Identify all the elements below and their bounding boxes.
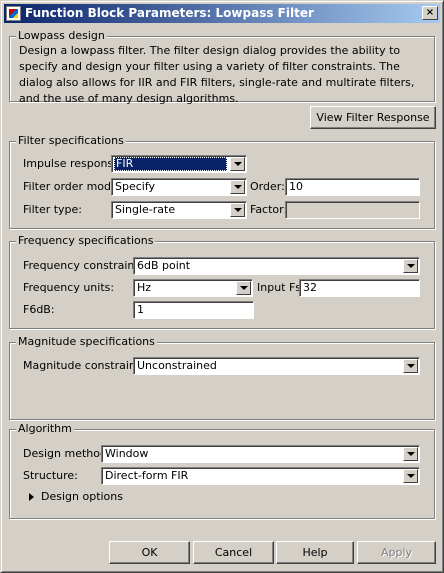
- magnitude-specifications-legend: Magnitude specifications: [16, 335, 157, 348]
- structure-label: Structure:: [23, 469, 78, 482]
- magnitude-constraints-label: Magnitude constraints:: [23, 359, 150, 372]
- f6db-input[interactable]: 1: [133, 301, 254, 319]
- impulse-response-value: FIR: [114, 157, 227, 171]
- chevron-down-icon[interactable]: [230, 180, 245, 194]
- view-filter-response-button[interactable]: View Filter Response: [310, 106, 436, 129]
- filter-type-value: Single-rate: [115, 203, 176, 216]
- magnitude-constraints-select[interactable]: Unconstrained: [133, 357, 420, 375]
- chevron-down-icon[interactable]: [230, 157, 245, 171]
- chevron-down-icon[interactable]: [403, 469, 418, 483]
- magnitude-constraints-value: Unconstrained: [137, 359, 217, 372]
- chevron-down-icon[interactable]: [403, 447, 418, 461]
- factor-label: Factor:: [250, 203, 288, 216]
- design-options-label: Design options: [41, 490, 123, 503]
- magnitude-specifications-group: Magnitude specifications: [9, 335, 435, 420]
- frequency-specifications-legend: Frequency specifications: [16, 234, 156, 247]
- filter-order-mode-value: Specify: [115, 180, 156, 193]
- filter-order-mode-select[interactable]: Specify: [111, 178, 247, 196]
- frequency-units-value: Hz: [137, 281, 152, 294]
- filter-type-select[interactable]: Single-rate: [111, 201, 247, 219]
- ok-button[interactable]: OK: [109, 541, 190, 564]
- chevron-down-icon[interactable]: [230, 203, 245, 217]
- algorithm-legend: Algorithm: [16, 422, 74, 435]
- design-method-label: Design method:: [23, 447, 111, 460]
- help-button[interactable]: Help: [276, 541, 354, 564]
- factor-input: [285, 201, 420, 219]
- impulse-response-label: Impulse response:: [23, 157, 124, 170]
- window-title: Function Block Parameters: Lowpass Filte…: [25, 6, 314, 20]
- f6db-label: F6dB:: [23, 303, 55, 316]
- input-fs-label: Input Fs:: [257, 281, 305, 294]
- chevron-down-icon[interactable]: [236, 281, 251, 295]
- filter-order-mode-label: Filter order mode:: [23, 180, 122, 193]
- cancel-button[interactable]: Cancel: [193, 541, 274, 564]
- chevron-down-icon[interactable]: [403, 259, 418, 273]
- simulink-block-icon: [6, 6, 21, 21]
- filter-specifications-legend: Filter specifications: [16, 134, 126, 147]
- lowpass-design-group: Lowpass design Design a lowpass filter. …: [9, 29, 435, 105]
- design-method-select[interactable]: Window: [101, 445, 420, 463]
- design-method-value: Window: [105, 447, 149, 460]
- description-text: Design a lowpass filter. The filter desi…: [19, 44, 415, 105]
- design-options-toggle[interactable]: Design options: [29, 490, 123, 503]
- order-label: Order:: [250, 180, 285, 193]
- close-button[interactable]: ×: [422, 6, 438, 20]
- apply-button: Apply: [357, 541, 436, 564]
- structure-select[interactable]: Direct-form FIR: [101, 467, 420, 485]
- order-input[interactable]: 10: [285, 178, 420, 196]
- frequency-units-select[interactable]: Hz: [133, 279, 253, 297]
- lowpass-design-legend: Lowpass design: [16, 29, 107, 42]
- dialog-window: Function Block Parameters: Lowpass Filte…: [0, 0, 444, 573]
- triangle-right-icon: [29, 493, 34, 501]
- frequency-constraints-label: Frequency constraints:: [23, 259, 149, 272]
- frequency-constraints-select[interactable]: 6dB point: [133, 257, 420, 275]
- chevron-down-icon[interactable]: [403, 359, 418, 373]
- filter-type-label: Filter type:: [23, 203, 83, 216]
- impulse-response-select[interactable]: FIR: [111, 155, 247, 173]
- frequency-constraints-value: 6dB point: [137, 259, 191, 272]
- title-bar[interactable]: Function Block Parameters: Lowpass Filte…: [4, 4, 440, 23]
- frequency-units-label: Frequency units:: [23, 281, 115, 294]
- input-fs-input[interactable]: 32: [299, 279, 420, 297]
- structure-value: Direct-form FIR: [105, 469, 189, 482]
